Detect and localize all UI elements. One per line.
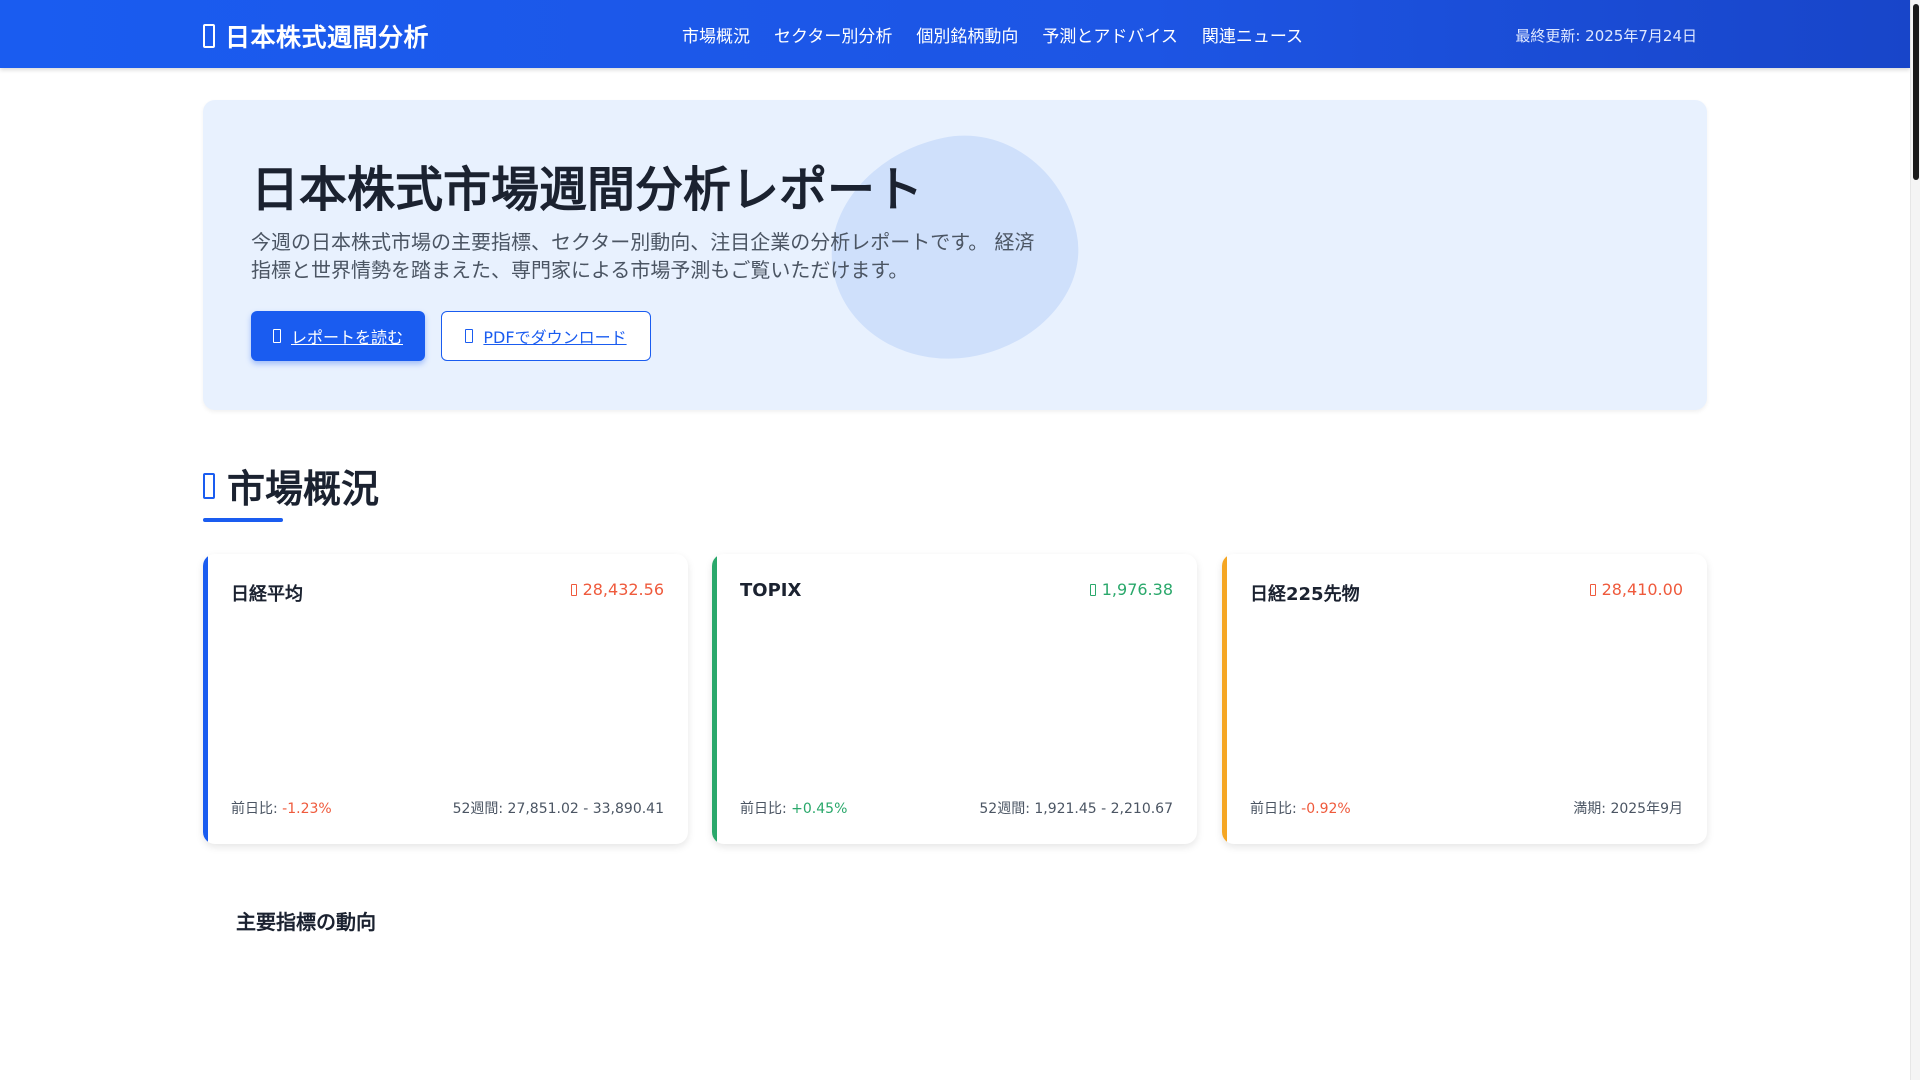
index-change: 前日比: -1.23%: [231, 798, 332, 818]
index-range: 満期: 2025年9月: [1573, 801, 1683, 817]
nav-link-related-news[interactable]: 関連ニュース: [1202, 22, 1303, 47]
index-name: TOPIX: [740, 580, 802, 601]
card-accent-bar: [712, 554, 717, 844]
download-icon: [465, 329, 474, 343]
nav-link-stock-trends[interactable]: 個別銘柄動向: [916, 22, 1018, 47]
change-label: 前日比:: [740, 801, 787, 817]
market-section-heading: 市場概況: [203, 458, 379, 513]
last-updated: 最終更新: 2025年7月24日: [1515, 27, 1697, 45]
index-change: 前日比: -0.92%: [1250, 798, 1351, 818]
change-label: 前日比:: [231, 801, 278, 817]
section-underline: [203, 518, 283, 522]
chart-line-icon: [203, 24, 215, 48]
card-accent-bar: [203, 554, 208, 844]
change-label: 前日比:: [1250, 801, 1297, 817]
main-nav: 市場概況 セクター別分析 個別銘柄動向 予測とアドバイス 関連ニュース: [682, 22, 1303, 47]
chart-bar-icon: [203, 472, 215, 499]
index-price: 28,410.00: [1589, 580, 1683, 599]
change-value: -0.92%: [1301, 801, 1351, 817]
index-price-value: 28,432.56: [582, 580, 664, 599]
brand-title: 日本株式週間分析: [225, 23, 430, 52]
download-pdf-label: PDFでダウンロード: [483, 328, 627, 347]
index-change: 前日比: +0.45%: [740, 798, 847, 818]
hero-title: 日本株式市場週間分析レポート: [251, 162, 924, 218]
page: 日本株式週間分析 市場概況 セクター別分析 個別銘柄動向 予測とアドバイス 関連…: [0, 0, 1920, 1080]
book-icon: [272, 329, 281, 343]
nav-link-forecast-advice[interactable]: 予測とアドバイス: [1042, 22, 1178, 47]
nav-link-market-overview[interactable]: 市場概況: [682, 22, 750, 47]
change-value: +0.45%: [791, 801, 848, 817]
read-report-label: レポートを読む: [290, 328, 403, 347]
index-price-value: 1,976.38: [1101, 580, 1173, 599]
arrow-down-icon: [1589, 583, 1596, 596]
market-section-title: 市場概況: [227, 467, 380, 511]
index-card-topix[interactable]: TOPIX 1,976.38 前日比: +0.45% 52週間: 1,921.4…: [712, 554, 1197, 844]
index-range: 52週間: 27,851.02 - 33,890.41: [452, 801, 664, 817]
nav-link-sector-analysis[interactable]: セクター別分析: [774, 22, 892, 47]
index-card-nikkei-futures[interactable]: 日経225先物 28,410.00 前日比: -0.92% 満期: 2025年9…: [1222, 554, 1707, 844]
scrollbar-thumb[interactable]: [1913, 4, 1919, 180]
arrow-down-icon: [570, 583, 577, 596]
index-price-value: 28,410.00: [1601, 580, 1683, 599]
index-name: 日経225先物: [1250, 584, 1360, 605]
index-price: 1,976.38: [1089, 580, 1173, 599]
index-card-nikkei[interactable]: 日経平均 28,432.56 前日比: -1.23% 52週間: 27,851.…: [203, 554, 688, 844]
hero-description: 今週の日本株式市場の主要指標、セクター別動向、注目企業の分析レポートです。 経済…: [251, 230, 1035, 282]
read-report-button[interactable]: レポートを読む: [251, 311, 425, 361]
index-price: 28,432.56: [570, 580, 664, 599]
hero-banner: 日本株式市場週間分析レポート 今週の日本株式市場の主要指標、セクター別動向、注目…: [203, 100, 1707, 410]
change-value: -1.23%: [282, 801, 332, 817]
brand[interactable]: 日本株式週間分析: [203, 18, 429, 54]
download-pdf-button[interactable]: PDFでダウンロード: [441, 311, 651, 361]
card-accent-bar: [1222, 554, 1227, 844]
page-scrollbar[interactable]: [1910, 0, 1920, 1080]
index-range: 52週間: 1,921.45 - 2,210.67: [979, 801, 1173, 817]
top-header: 日本株式週間分析 市場概況 セクター別分析 個別銘柄動向 予測とアドバイス 関連…: [0, 0, 1910, 68]
index-name: 日経平均: [231, 584, 303, 605]
arrow-up-icon: [1089, 583, 1096, 596]
indicators-subtitle: 主要指標の動向: [236, 910, 376, 934]
